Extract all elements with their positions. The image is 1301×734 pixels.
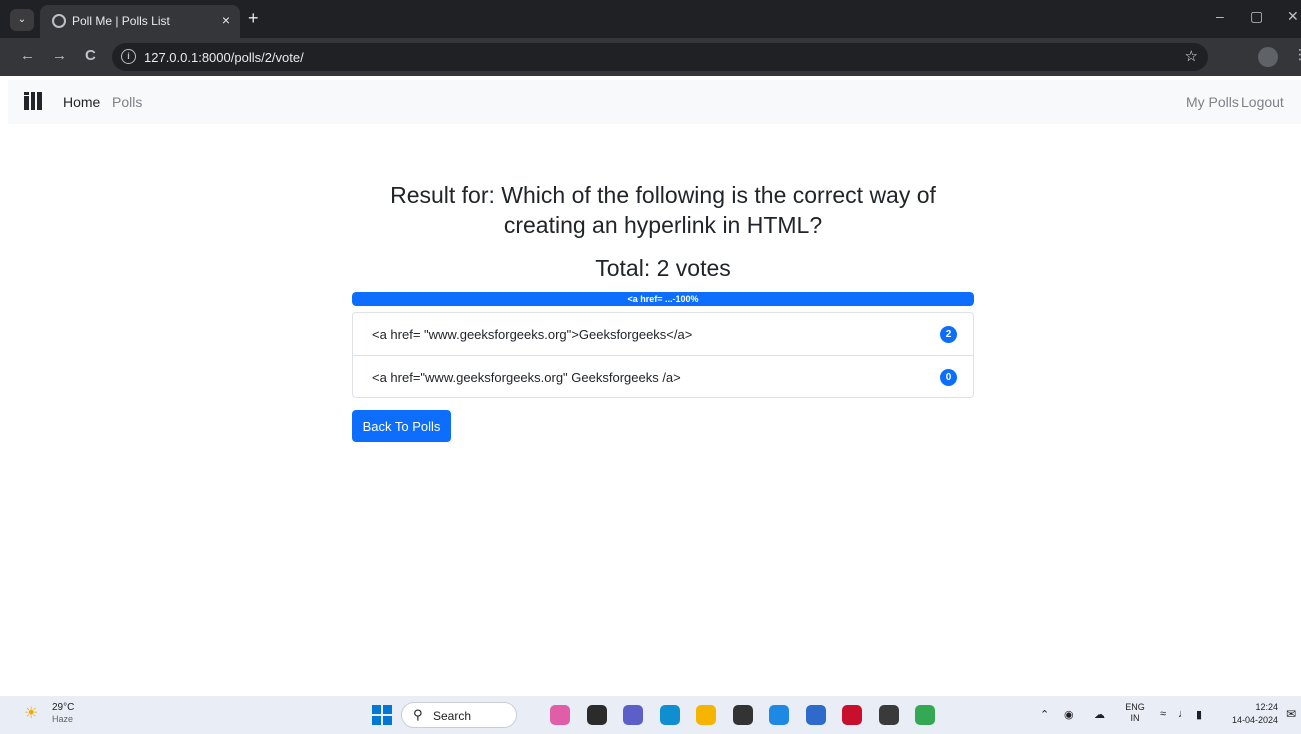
tray-overflow-chevron-icon[interactable]: ⌃ (1040, 708, 1049, 721)
choice-text: <a href="www.geeksforgeeks.org" Geeksfor… (372, 370, 681, 385)
windows-taskbar: ☀ 29°C Haze ⚲ Search ⌃ ◉ ☁ ENG IN ≈ ♩ ▮ … (0, 696, 1301, 734)
reload-icon[interactable]: C (85, 47, 96, 64)
back-arrow-icon[interactable]: ← (20, 47, 35, 64)
browser-tab[interactable]: Poll Me | Polls List × (40, 5, 240, 38)
url-text[interactable]: 127.0.0.1:8000/polls/2/vote/ (144, 50, 304, 65)
forward-arrow-icon[interactable]: → (52, 47, 67, 64)
choice-text: <a href= "www.geeksforgeeks.org">Geeksfo… (372, 327, 693, 342)
back-to-polls-button[interactable]: Back To Polls (352, 410, 451, 442)
mcafee-icon[interactable] (842, 705, 862, 725)
vote-count-badge: 2 (940, 326, 957, 343)
weather-condition[interactable]: Haze (52, 714, 73, 724)
copilot-icon[interactable] (550, 705, 570, 725)
vscode-icon[interactable] (769, 705, 789, 725)
region-code: IN (1130, 713, 1140, 723)
new-tab-button[interactable]: + (248, 8, 259, 29)
result-title: Result for: Which of the following is th… (352, 180, 974, 240)
notification-bell-icon[interactable]: ✉ (1286, 707, 1296, 721)
volume-icon[interactable]: ♩ (1178, 708, 1189, 720)
github-icon[interactable] (733, 705, 753, 725)
search-label: Search (433, 709, 472, 723)
terminal-icon[interactable] (879, 705, 899, 725)
meet-icon[interactable] (623, 705, 643, 725)
vote-progress: <a href= ...-100% (352, 292, 974, 306)
result-title-line: Result for: Which of the following is th… (390, 182, 936, 208)
battery-icon[interactable]: ▮ (1196, 708, 1202, 721)
system-clock[interactable]: 12:24 14-04-2024 (1228, 701, 1278, 727)
site-info-icon[interactable]: i (121, 49, 136, 64)
browser-menu-icon[interactable]: ⋮ (1293, 46, 1301, 63)
edge-icon[interactable] (660, 705, 680, 725)
weather-haze-icon[interactable]: ☀ (24, 704, 46, 724)
store-icon[interactable] (806, 705, 826, 725)
vote-progress-bar: <a href= ...-100% (352, 292, 974, 306)
search-icon: ⚲ (413, 707, 423, 722)
taskbar-search-box[interactable]: ⚲ Search (401, 702, 517, 728)
close-window-icon[interactable]: ✕ (1287, 8, 1299, 25)
globe-icon (52, 14, 66, 28)
bookmark-star-icon[interactable]: ☆ (1185, 47, 1198, 65)
minimize-icon[interactable]: – (1216, 8, 1224, 24)
tab-title: Poll Me | Polls List (72, 14, 170, 28)
clock-date: 14-04-2024 (1231, 715, 1278, 725)
windows-start-icon[interactable] (372, 705, 392, 725)
tray-app-icon[interactable]: ◉ (1064, 708, 1074, 721)
total-votes: Total: 2 votes (595, 255, 731, 281)
profile-avatar-icon[interactable] (1258, 47, 1278, 67)
list-item: <a href="www.geeksforgeeks.org" Geeksfor… (353, 355, 973, 397)
tab-close-icon[interactable]: × (222, 12, 230, 28)
site-navbar: Home Polls My Polls Logout (8, 80, 1301, 124)
language-indicator[interactable]: ENG IN (1124, 702, 1146, 724)
address-bar[interactable]: i 127.0.0.1:8000/polls/2/vote/ ☆ (112, 43, 1208, 71)
file-explorer-icon[interactable] (696, 705, 716, 725)
nav-link-home[interactable]: Home (63, 94, 100, 110)
task-view-icon[interactable] (587, 705, 607, 725)
tab-search-button[interactable]: ⌄ (10, 9, 34, 31)
language-code: ENG (1125, 702, 1145, 712)
chrome-icon[interactable] (915, 705, 935, 725)
nav-link-my-polls[interactable]: My Polls (1186, 94, 1239, 110)
tray-onedrive-icon[interactable]: ☁ (1094, 708, 1105, 721)
browser-tab-strip: ⌄ Poll Me | Polls List × + – ▢ ✕ (0, 0, 1301, 38)
nav-link-logout[interactable]: Logout (1241, 94, 1284, 110)
nav-link-polls[interactable]: Polls (112, 94, 142, 110)
clock-time: 12:24 (1255, 702, 1278, 712)
wifi-icon[interactable]: ≈ (1160, 708, 1166, 720)
list-item: <a href= "www.geeksforgeeks.org">Geeksfo… (353, 313, 973, 355)
restore-icon[interactable]: ▢ (1250, 8, 1263, 25)
result-title-line: creating an hyperlink in HTML? (503, 212, 823, 238)
choice-list: <a href= "www.geeksforgeeks.org">Geeksfo… (352, 312, 974, 398)
browser-toolbar: ← → C i 127.0.0.1:8000/polls/2/vote/ ☆ (0, 38, 1301, 76)
brand-logo-icon[interactable] (24, 92, 42, 110)
weather-temperature[interactable]: 29°C (52, 702, 74, 713)
vote-count-badge: 0 (940, 369, 957, 386)
